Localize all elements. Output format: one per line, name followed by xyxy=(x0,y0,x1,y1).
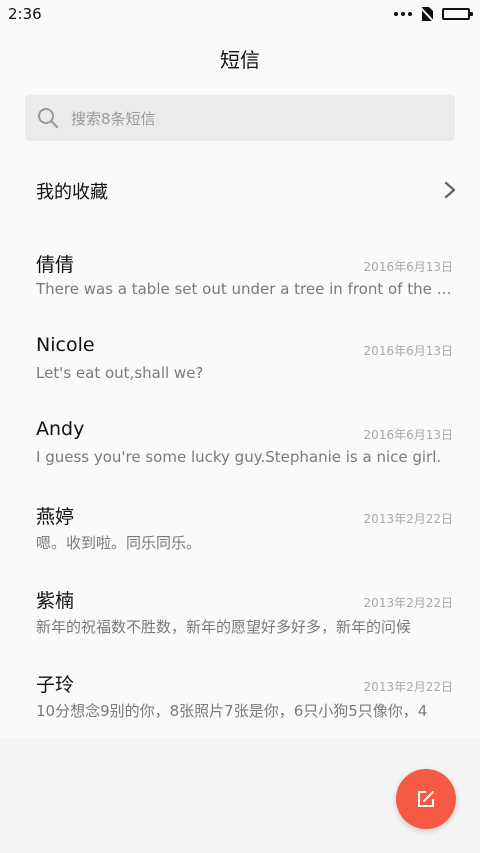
message-preview: There was a table set out under a tree i… xyxy=(36,280,454,298)
search-icon xyxy=(38,108,59,129)
chevron-right-icon xyxy=(444,181,456,199)
conversation-item[interactable]: Andy 2016年6月13日 I guess you're some luck… xyxy=(0,414,480,498)
status-time: 2:36 xyxy=(8,5,42,23)
messages-screen: 2:36 短信 搜索8条短信 我的收藏 倩倩 2016年6月13日 There … xyxy=(0,0,480,853)
more-notifications-icon xyxy=(394,12,412,16)
message-preview: 10分想念9别的你，8张照片7张是你，6只小狗5只像你，4 xyxy=(36,702,428,720)
conversation-item[interactable]: 紫楠 2013年2月22日 新年的祝福数不胜数，新年的愿望好多好多，新年的问候 xyxy=(0,582,480,666)
page-title: 短信 xyxy=(220,48,260,72)
contact-name: 子玲 xyxy=(36,674,75,696)
conversation-item[interactable]: Nicole 2016年6月13日 Let's eat out,shall we… xyxy=(0,330,480,414)
compose-icon xyxy=(418,791,434,807)
contact-name: 倩倩 xyxy=(36,254,75,276)
message-date: 2016年6月13日 xyxy=(363,428,453,442)
contact-name: Nicole xyxy=(36,334,95,356)
message-date: 2013年2月22日 xyxy=(363,512,453,526)
message-date: 2013年2月22日 xyxy=(363,596,453,610)
favorites-label: 我的收藏 xyxy=(36,182,108,203)
message-preview: 新年的祝福数不胜数，新年的愿望好多好多，新年的问候 xyxy=(36,618,412,636)
status-bar: 2:36 xyxy=(0,0,480,28)
favorites-row[interactable]: 我的收藏 xyxy=(0,159,480,223)
message-preview: 嗯。收到啦。同乐同乐。 xyxy=(36,534,202,552)
message-date: 2013年2月22日 xyxy=(363,680,453,694)
conversation-item[interactable]: 燕婷 2013年2月22日 嗯。收到啦。同乐同乐。 xyxy=(0,498,480,582)
no-sim-icon xyxy=(420,6,434,22)
message-date: 2016年6月13日 xyxy=(363,344,453,358)
conversation-item[interactable]: 子玲 2013年2月22日 10分想念9别的你，8张照片7张是你，6只小狗5只像… xyxy=(0,666,480,750)
main-content: 短信 搜索8条短信 我的收藏 倩倩 2016年6月13日 There was a… xyxy=(0,28,480,738)
message-preview: I guess you're some lucky guy.Stephanie … xyxy=(36,448,442,466)
contact-name: 紫楠 xyxy=(36,590,75,612)
message-date: 2016年6月13日 xyxy=(363,260,453,274)
message-preview: Let's eat out,shall we? xyxy=(36,364,204,382)
conversation-item[interactable]: 倩倩 2016年6月13日 There was a table set out … xyxy=(0,246,480,330)
contact-name: Andy xyxy=(36,418,85,440)
status-icons xyxy=(394,6,473,22)
search-input[interactable]: 搜索8条短信 xyxy=(25,95,455,141)
compose-button[interactable] xyxy=(396,769,456,829)
search-placeholder: 搜索8条短信 xyxy=(71,109,156,128)
contact-name: 燕婷 xyxy=(36,506,75,528)
battery-icon xyxy=(442,8,473,20)
